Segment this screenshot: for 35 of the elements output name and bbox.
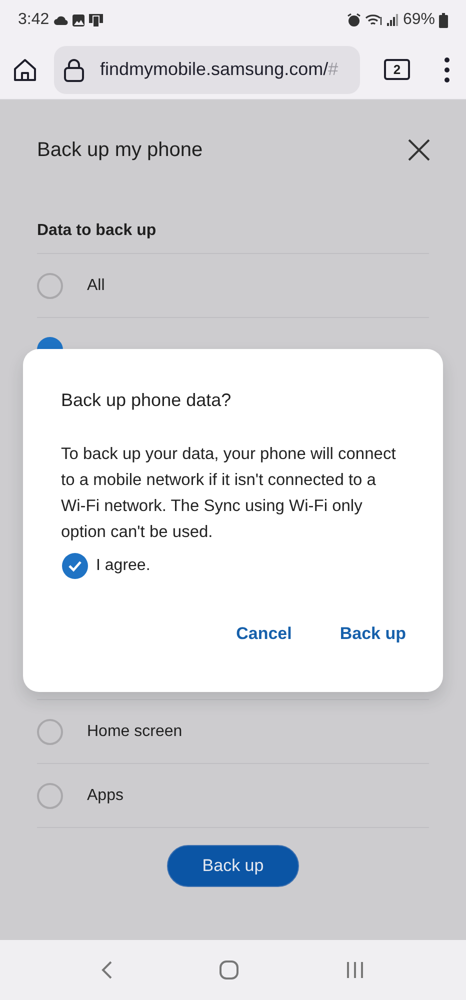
battery-icon [439,12,448,28]
lock-icon [64,58,84,82]
dialog-message: To back up your data, your phone will connect to a mobile network if it isn't connected to a Wi-Fi network. The Sync using Wi-Fi only option can't be used. [61,444,397,543]
radio-button[interactable] [37,782,63,808]
radio-button[interactable] [37,272,63,298]
dialog-title: Back up phone data? [61,389,232,412]
sheet-title: Back up my phone [37,138,203,163]
signal-icon [386,14,399,26]
url-text: findmymobile.samsung.com/# [100,58,338,81]
option-label: All [87,276,105,296]
more-icon[interactable] [444,56,450,82]
cloud-icon [53,14,68,26]
radio-button[interactable] [37,718,63,744]
tab-count-button[interactable]: 2 [384,59,410,80]
section-heading: Data to back up [37,221,158,241]
close-icon[interactable] [407,138,431,162]
clock-text: 3:42 [18,10,50,30]
home-icon[interactable] [12,56,38,82]
back-up-button[interactable]: Back up [167,845,299,887]
battery-text: 69% [402,10,435,30]
agree-label: I agree. [96,556,150,576]
home-button-icon[interactable] [219,960,239,980]
address-bar[interactable]: findmymobile.samsung.com/# [54,46,360,94]
agree-checkbox[interactable] [62,553,88,579]
option-label: Apps [87,786,124,806]
cancel-button[interactable]: Cancel [236,621,292,646]
wifi-icon [364,13,383,27]
image-icon [72,14,86,26]
back-up-button[interactable]: Back up [340,621,406,646]
alarm-icon [346,13,361,27]
checkmark-icon [68,560,82,572]
recents-icon[interactable] [345,960,365,980]
device-icon [89,13,104,27]
back-icon[interactable] [101,960,113,980]
option-label: Home screen [87,722,182,742]
